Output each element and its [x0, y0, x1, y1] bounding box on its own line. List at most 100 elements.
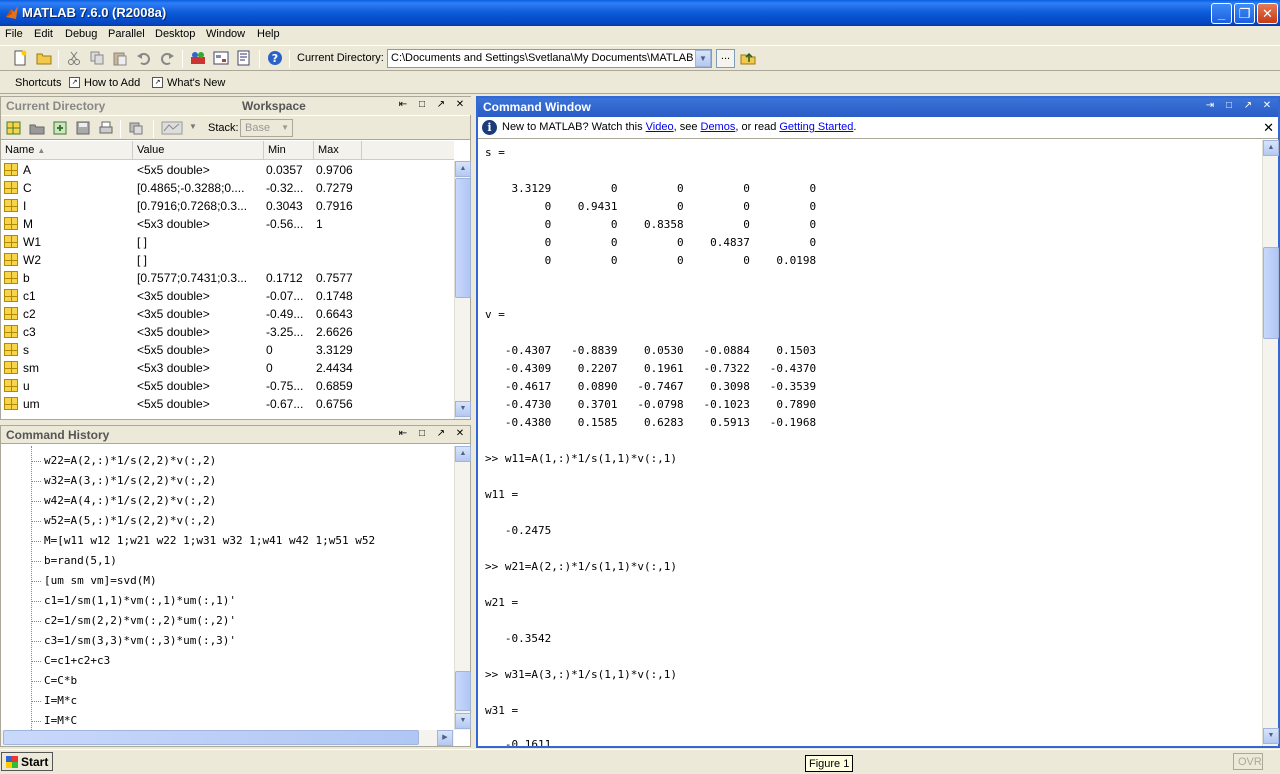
- scroll-right-icon[interactable]: ▶: [437, 730, 453, 746]
- table-row[interactable]: b [0.7577;0.7431;0.3... 0.1712 0.7577: [1, 269, 454, 287]
- scroll-up-icon[interactable]: ▲: [455, 446, 471, 462]
- menu-file[interactable]: File: [5, 28, 23, 40]
- scroll-up-icon[interactable]: ▲: [1263, 140, 1279, 156]
- close-window-button[interactable]: ✕: [1257, 3, 1278, 24]
- history-item[interactable]: w32=A(3,:)*1/s(2,2)*v(:,2): [44, 474, 216, 487]
- import-data-icon[interactable]: [52, 120, 68, 136]
- new-file-icon[interactable]: [12, 50, 28, 66]
- command-output[interactable]: s = 3.3129 0 0 0 0 0 0.9431 0 0 0 0 0 0.…: [478, 140, 1262, 746]
- demos-link[interactable]: Demos: [701, 121, 736, 133]
- scroll-thumb[interactable]: [455, 178, 471, 298]
- menu-help[interactable]: Help: [257, 28, 280, 40]
- undock-icon[interactable]: ⇤: [397, 428, 409, 440]
- command-vertical-scrollbar[interactable]: ▲ ▼: [1262, 140, 1279, 746]
- scroll-down-icon[interactable]: ▼: [455, 713, 471, 729]
- delete-variable-icon[interactable]: [128, 120, 144, 136]
- getting-started-link[interactable]: Getting Started: [779, 121, 853, 133]
- maximize-panel-icon[interactable]: □: [416, 99, 428, 111]
- history-item[interactable]: w42=A(4,:)*1/s(2,2)*v(:,2): [44, 494, 216, 507]
- paste-icon[interactable]: [112, 50, 128, 66]
- simulink-icon[interactable]: [190, 50, 206, 66]
- close-panel-icon[interactable]: ✕: [454, 428, 466, 440]
- column-header-max[interactable]: Max: [314, 141, 362, 160]
- shortcut-how-to-add[interactable]: How to Add: [84, 77, 140, 89]
- copy-icon[interactable]: [89, 50, 105, 66]
- history-item[interactable]: c3=1/sm(3,3)*vm(:,3)*um(:,3)': [44, 634, 236, 647]
- scroll-down-icon[interactable]: ▼: [455, 401, 471, 417]
- table-row[interactable]: u <5x5 double> -0.75... 0.6859: [1, 377, 454, 395]
- close-panel-icon[interactable]: ✕: [454, 99, 466, 111]
- column-header-min[interactable]: Min: [264, 141, 314, 160]
- undock-icon[interactable]: ⇥: [1204, 100, 1216, 112]
- redo-icon[interactable]: [159, 50, 175, 66]
- help-icon[interactable]: ?: [267, 50, 283, 66]
- history-item[interactable]: c2=1/sm(2,2)*vm(:,2)*um(:,2)': [44, 614, 236, 627]
- history-item[interactable]: w22=A(2,:)*1/s(2,2)*v(:,2): [44, 454, 216, 467]
- stack-select[interactable]: Base ▼: [240, 119, 293, 137]
- workspace-vertical-scrollbar[interactable]: ▲ ▼: [454, 161, 471, 419]
- save-workspace-icon[interactable]: [75, 120, 91, 136]
- history-item[interactable]: w52=A(5,:)*1/s(2,2)*v(:,2): [44, 514, 216, 527]
- table-row[interactable]: W2 [ ]: [1, 251, 454, 269]
- undo-icon[interactable]: [136, 50, 152, 66]
- cut-icon[interactable]: [66, 50, 82, 66]
- open-selection-icon[interactable]: [29, 120, 45, 136]
- menu-desktop[interactable]: Desktop: [155, 28, 195, 40]
- table-row[interactable]: C [0.4865;-0.3288;0.... -0.32... 0.7279: [1, 179, 454, 197]
- table-row[interactable]: A <5x5 double> 0.0357 0.9706: [1, 161, 454, 179]
- history-item[interactable]: c1=1/sm(1,1)*vm(:,1)*um(:,1)': [44, 594, 236, 607]
- maximize-button[interactable]: ❐: [1234, 3, 1255, 24]
- table-row[interactable]: um <5x5 double> -0.67... 0.6756: [1, 395, 454, 413]
- table-row[interactable]: c3 <3x5 double> -3.25... 2.6626: [1, 323, 454, 341]
- maximize-panel-icon[interactable]: □: [416, 428, 428, 440]
- table-row[interactable]: I [0.7916;0.7268;0.3... 0.3043 0.7916: [1, 197, 454, 215]
- column-header-value[interactable]: Value: [133, 141, 264, 160]
- menu-debug[interactable]: Debug: [65, 28, 97, 40]
- plot-dropdown-icon[interactable]: ▼: [189, 122, 197, 131]
- menu-parallel[interactable]: Parallel: [108, 28, 145, 40]
- undock-panel-icon[interactable]: ↗: [435, 99, 447, 111]
- table-row[interactable]: c2 <3x5 double> -0.49... 0.6643: [1, 305, 454, 323]
- table-row[interactable]: s <5x5 double> 0 3.3129: [1, 341, 454, 359]
- history-item[interactable]: M=[w11 w12 1;w21 w22 1;w31 w32 1;w41 w42…: [44, 534, 375, 547]
- history-vertical-scrollbar[interactable]: ▲ ▼: [454, 446, 471, 730]
- history-item[interactable]: I=M*c: [44, 694, 77, 707]
- open-folder-icon[interactable]: [36, 50, 52, 66]
- history-item[interactable]: b=rand(5,1): [44, 554, 117, 567]
- video-link[interactable]: Video: [646, 121, 674, 133]
- undock-panel-icon[interactable]: ↗: [1242, 100, 1254, 112]
- table-row[interactable]: M <5x3 double> -0.56... 1: [1, 215, 454, 233]
- current-directory-field[interactable]: C:\Documents and Settings\Svetlana\My Do…: [387, 49, 712, 68]
- table-row[interactable]: W1 [ ]: [1, 233, 454, 251]
- profiler-icon[interactable]: [236, 50, 252, 66]
- up-folder-icon[interactable]: [740, 50, 756, 66]
- history-item[interactable]: I=M*C: [44, 714, 77, 727]
- scroll-thumb[interactable]: [455, 671, 471, 711]
- scroll-down-icon[interactable]: ▼: [1263, 728, 1279, 744]
- tab-current-directory[interactable]: Current Directory: [1, 97, 237, 115]
- undock-panel-icon[interactable]: ↗: [435, 428, 447, 440]
- history-item[interactable]: C=c1+c2+c3: [44, 654, 110, 667]
- print-icon[interactable]: [98, 120, 114, 136]
- scroll-thumb[interactable]: [1263, 247, 1279, 339]
- maximize-panel-icon[interactable]: □: [1223, 100, 1235, 112]
- scroll-up-icon[interactable]: ▲: [455, 161, 471, 177]
- browse-directory-button[interactable]: ...: [716, 49, 735, 68]
- table-row[interactable]: c1 <3x5 double> -0.07... 0.1748: [1, 287, 454, 305]
- menu-edit[interactable]: Edit: [34, 28, 53, 40]
- minimize-button[interactable]: _: [1211, 3, 1232, 24]
- undock-icon[interactable]: ⇤: [397, 99, 409, 111]
- close-panel-icon[interactable]: ✕: [1261, 100, 1273, 112]
- history-horizontal-scrollbar[interactable]: ▶: [1, 730, 454, 746]
- new-variable-icon[interactable]: [6, 120, 22, 136]
- history-item[interactable]: C=C*b: [44, 674, 77, 687]
- column-header-name[interactable]: Name ▲: [1, 141, 133, 160]
- plot-selection-icon[interactable]: [161, 120, 183, 136]
- current-directory-dropdown-icon[interactable]: ▼: [695, 50, 711, 67]
- table-row[interactable]: sm <5x3 double> 0 2.4434: [1, 359, 454, 377]
- shortcuts-label[interactable]: Shortcuts: [15, 77, 61, 89]
- start-button[interactable]: Start: [1, 752, 53, 771]
- guide-icon[interactable]: [213, 50, 229, 66]
- history-item[interactable]: [um sm vm]=svd(M): [44, 574, 157, 587]
- menu-window[interactable]: Window: [206, 28, 245, 40]
